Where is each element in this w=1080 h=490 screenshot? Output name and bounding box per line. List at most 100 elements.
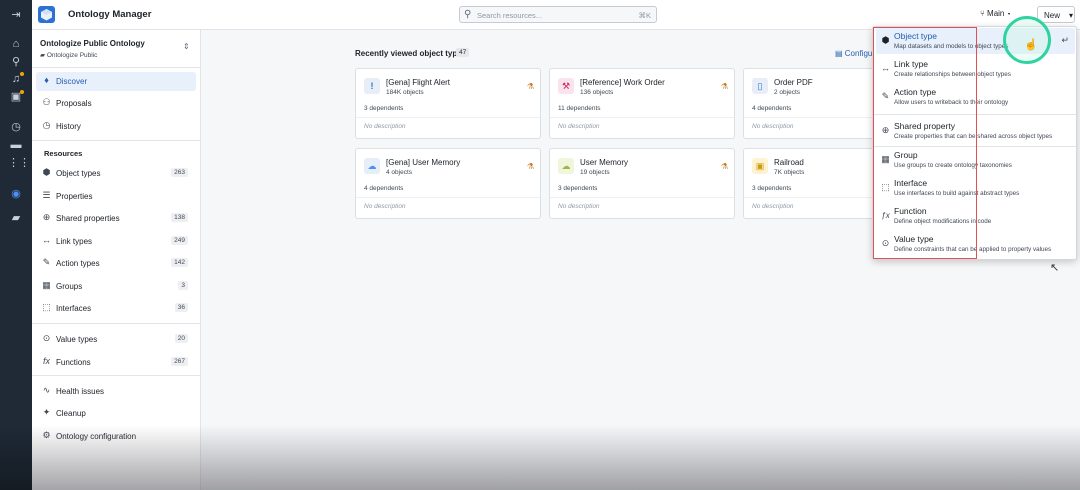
nav-label: Link types — [56, 237, 93, 246]
nav-label: History — [56, 122, 81, 131]
nav-action-types[interactable]: ✎ Action types 142 — [36, 254, 196, 273]
link-icon: ↔ — [42, 235, 51, 245]
sidebar: Ontologize Public Ontology ▰ Ontologize … — [32, 30, 201, 490]
function-icon: fx — [42, 356, 50, 366]
nav-label: Shared properties — [56, 214, 120, 223]
nav-count: 36 — [174, 303, 188, 312]
menu-item-desc: Use groups to create ontology taxonomies — [894, 162, 1012, 169]
menu-item-title: Function — [894, 206, 927, 216]
card-dependents: 3 dependents — [558, 185, 598, 192]
nav-proposals[interactable]: ⚇ Proposals — [36, 94, 196, 113]
ontology-name[interactable]: Ontologize Public Ontology — [40, 39, 145, 48]
menu-item-function[interactable]: ƒx Function Define object modifications … — [876, 203, 1075, 229]
nav-label: Health issues — [56, 387, 105, 396]
nav-history[interactable]: ◷ History — [36, 117, 196, 136]
nav-label: Cleanup — [56, 409, 86, 418]
globe-icon: ⊕ — [42, 212, 51, 222]
object-type-card[interactable]: ☁ User Memory 19 objects ⚗ 3 dependents … — [549, 148, 735, 219]
app-logo-icon — [38, 6, 55, 23]
configure-link[interactable]: ▤ Configu — [835, 49, 872, 58]
nav-cleanup[interactable]: ✦ Cleanup — [36, 404, 196, 423]
divider — [32, 375, 201, 376]
menu-item-link-type[interactable]: ↔ Link type Create relationships between… — [876, 56, 1075, 82]
search-placeholder: Search resources... — [477, 11, 543, 20]
globe-icon: ⊕ — [881, 125, 890, 135]
card-description: No description — [364, 123, 406, 130]
new-button[interactable]: New ▾ — [1037, 6, 1075, 23]
function-icon: ƒx — [881, 211, 890, 220]
ontology-icon[interactable]: ◉ — [8, 187, 24, 201]
home-icon[interactable]: ⌂ — [8, 37, 24, 51]
value-type-icon: ⊙ — [881, 238, 890, 248]
menu-item-action-type[interactable]: ✎ Action type Allow users to writeback t… — [876, 84, 1075, 110]
menu-item-interface[interactable]: ⬚ Interface Use interfaces to build agai… — [876, 175, 1075, 201]
link-icon: ↔ — [881, 63, 890, 73]
card-dependents: 3 dependents — [364, 105, 404, 112]
apps-icon[interactable]: ▣ — [8, 90, 24, 104]
card-objects: 19 objects — [580, 169, 610, 176]
grid-icon[interactable]: ⋮⋮ — [8, 156, 30, 170]
nav-label: Properties — [56, 192, 93, 201]
notifications-icon[interactable]: ♫ — [8, 72, 24, 86]
nav-count: 249 — [171, 236, 188, 245]
section-count: 47 — [456, 48, 470, 57]
nav-link-types[interactable]: ↔ Link types 249 — [36, 232, 196, 251]
branch-icon: ⑂ — [980, 9, 988, 18]
nav-object-types[interactable]: ⬢ Object types 263 — [36, 164, 196, 183]
flask-icon: ⚗ — [720, 162, 728, 171]
search-icon: ⚲ — [464, 9, 472, 20]
menu-item-title: Group — [894, 150, 918, 160]
nav-properties[interactable]: ☰ Properties — [36, 187, 196, 206]
object-type-card[interactable]: ! [Gena] Flight Alert 184K objects ⚗ 3 d… — [355, 68, 541, 139]
nav-functions[interactable]: fx Functions 267 — [36, 353, 196, 372]
resources-title: Resources — [44, 149, 83, 158]
folder-icon[interactable]: ▰ — [8, 211, 24, 225]
menu-item-value-type[interactable]: ⊙ Value type Define constraints that can… — [876, 231, 1075, 257]
search-icon[interactable]: ⚲ — [8, 55, 24, 69]
nav-interfaces[interactable]: ⬚ Interfaces 36 — [36, 299, 196, 318]
menu-item-desc: Allow users to writeback to their ontolo… — [894, 99, 1009, 106]
history-icon[interactable]: ◷ — [8, 120, 24, 134]
menu-item-desc: Use interfaces to build against abstract… — [894, 190, 1020, 197]
menu-item-shared-property[interactable]: ⊕ Shared property Create properties that… — [876, 118, 1075, 144]
card-name: Order PDF — [774, 78, 813, 87]
nav-ontology-configuration[interactable]: ⚙ Ontology configuration — [36, 427, 196, 446]
folder-icon: ▰ — [40, 52, 47, 59]
compass-icon: ♦ — [44, 75, 49, 85]
menu-item-desc: Define constraints that can be applied t… — [894, 246, 1052, 253]
divider — [356, 197, 540, 198]
ontology-switch-icon[interactable]: ⇕ — [183, 42, 190, 51]
nav-health-issues[interactable]: ∿ Health issues — [36, 382, 196, 401]
divider — [873, 114, 1076, 115]
nav-groups[interactable]: ▦ Groups 3 — [36, 277, 196, 296]
collapse-icon[interactable]: ⇥ — [8, 8, 24, 22]
nav-discover[interactable]: ♦ Discover — [36, 72, 196, 91]
nav-shared-properties[interactable]: ⊕ Shared properties 138 — [36, 209, 196, 228]
object-type-card[interactable]: ☁ [Gena] User Memory 4 objects ⚗ 4 depen… — [355, 148, 541, 219]
nav-label: Action types — [56, 259, 100, 268]
files-icon[interactable]: ▬ — [8, 138, 24, 152]
menu-item-title: Object type — [894, 31, 937, 41]
card-objects: 4 objects — [386, 169, 413, 176]
cube-icon: ⬢ — [881, 35, 890, 45]
nav-label: Value types — [56, 335, 98, 344]
card-description: No description — [752, 123, 794, 130]
card-objects: 136 objects — [580, 89, 614, 96]
branch-selector[interactable]: ⑂ Main ▾ — [980, 9, 1011, 18]
menu-item-desc: Create properties that can be shared acr… — [894, 133, 1053, 140]
flask-icon: ⚗ — [720, 82, 728, 91]
menu-item-group[interactable]: ▦ Group Use groups to create ontology ta… — [876, 147, 1075, 173]
nav-count: 267 — [171, 357, 188, 366]
nav-label: Functions — [56, 358, 91, 367]
enter-icon: ↵ — [1061, 35, 1069, 45]
object-type-icon: ⚒ — [558, 78, 574, 94]
list-icon: ☰ — [42, 190, 51, 200]
search-input[interactable]: ⚲ Search resources... ⌘K — [459, 6, 657, 23]
divider — [356, 117, 540, 118]
pointer-cursor-icon: ↖ — [1050, 262, 1060, 274]
nav-value-types[interactable]: ⊙ Value types 20 — [36, 330, 196, 349]
menu-item-desc: Map datasets and models to object types — [894, 43, 1009, 50]
nav-count: 3 — [178, 281, 188, 290]
menu-item-title: Interface — [894, 178, 928, 188]
object-type-card[interactable]: ⚒ [Reference] Work Order 136 objects ⚗ 1… — [549, 68, 735, 139]
